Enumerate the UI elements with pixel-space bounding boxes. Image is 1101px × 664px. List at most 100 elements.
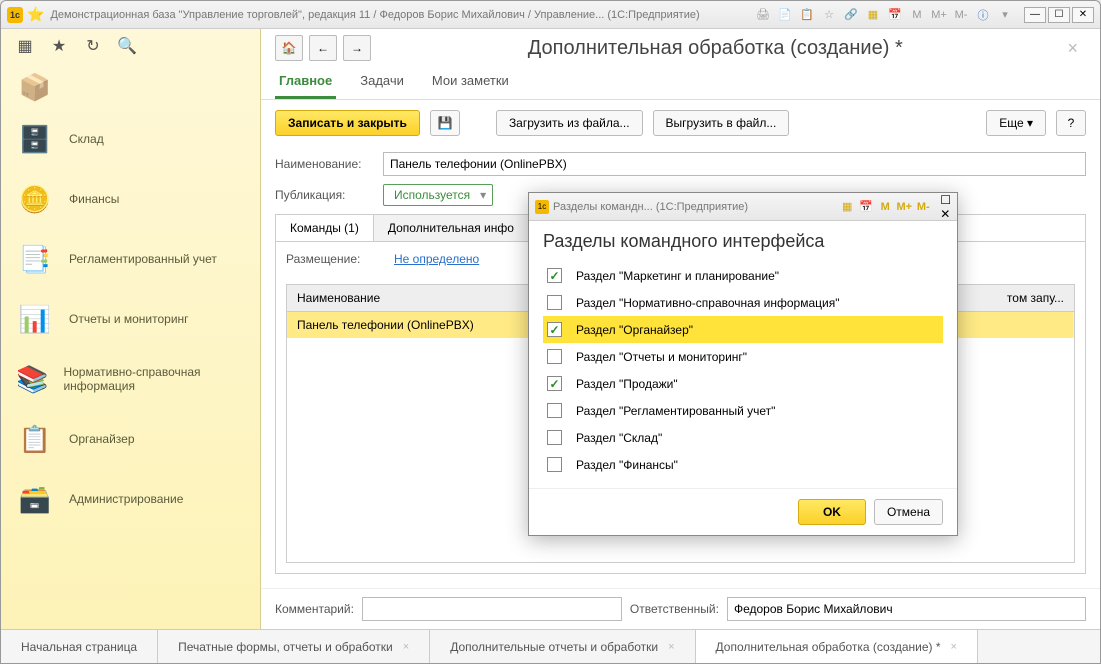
home-button[interactable]: 🏠 (275, 35, 303, 61)
ok-button[interactable]: OK (798, 499, 866, 525)
tb-calendar-icon[interactable]: 📅 (886, 6, 904, 24)
titlebar-toolbox: 🖨 📄 📋 ☆ 🔗 ▦ 📅 M M+ M- ⓘ ▾ (754, 6, 1014, 24)
action-bar: Записать и закрыть 💾 Загрузить из файла.… (261, 100, 1100, 146)
dlg-m-icon[interactable]: M (877, 201, 893, 213)
sidebar-item-organizer[interactable]: 📋 Органайзер (1, 409, 260, 469)
tab-main[interactable]: Главное (275, 67, 336, 99)
back-button[interactable]: ← (309, 35, 337, 61)
reports-icon: 📊 (15, 301, 55, 337)
tab-close-icon[interactable]: × (403, 641, 409, 653)
tb-link-icon[interactable]: 🔗 (842, 6, 860, 24)
page-title: Дополнительная обработка (создание) * (377, 37, 1053, 60)
tab-tasks[interactable]: Задачи (356, 67, 408, 99)
dialog-titlebar: 1c Разделы командн... (1С:Предприятие) ▦… (529, 193, 957, 221)
regulated-icon: 📑 (15, 241, 55, 277)
bottom-tab-print-forms[interactable]: Печатные формы, отчеты и обработки× (158, 630, 430, 663)
sidebar-label: Склад (69, 132, 104, 146)
star-icon[interactable]: ★ (49, 36, 69, 56)
comment-field[interactable] (362, 597, 622, 621)
dialog-item[interactable]: ✓Раздел "Продажи" (543, 370, 943, 397)
sidebar-item-finance[interactable]: 🪙 Финансы (1, 169, 260, 229)
dlg-grid-icon[interactable]: ▦ (839, 200, 855, 213)
save-close-button[interactable]: Записать и закрыть (275, 110, 420, 136)
tab-close-icon[interactable]: × (951, 641, 957, 653)
dialog-item[interactable]: Раздел "Финансы" (543, 451, 943, 478)
checkbox[interactable] (547, 403, 562, 418)
dlg-mminus-icon[interactable]: M- (915, 201, 931, 213)
inner-tab-commands[interactable]: Команды (1) (276, 215, 374, 241)
window-title: Демонстрационная база "Управление торгов… (50, 9, 699, 21)
apps-icon[interactable]: ▦ (15, 36, 35, 56)
checkbox[interactable] (547, 430, 562, 445)
export-file-button[interactable]: Выгрузить в файл... (653, 110, 790, 136)
minimize-button[interactable]: — (1024, 7, 1046, 23)
sidebar-item-regulated[interactable]: 📑 Регламентированный учет (1, 229, 260, 289)
favorite-star-icon[interactable]: ⭐ (27, 6, 44, 23)
dialog-item[interactable]: Раздел "Отчеты и мониторинг" (543, 343, 943, 370)
tb-copy-icon[interactable]: 📋 (798, 6, 816, 24)
page-tabs: Главное Задачи Мои заметки (261, 67, 1100, 100)
tb-mminus-icon[interactable]: M- (952, 6, 970, 24)
tb-dropdown-icon[interactable]: ▾ (996, 6, 1014, 24)
tb-print-icon[interactable]: 🖨 (754, 6, 772, 24)
dlg-close-button[interactable]: ✕ (940, 207, 951, 221)
tb-mplus-icon[interactable]: M+ (930, 6, 948, 24)
sections-dialog: 1c Разделы командн... (1С:Предприятие) ▦… (528, 192, 958, 536)
sidebar-item-cut[interactable]: 📦 (1, 69, 260, 109)
checkbox[interactable]: ✓ (547, 322, 562, 337)
search-icon[interactable]: 🔍 (117, 36, 137, 56)
reference-icon: 📚 (15, 361, 49, 397)
sidebar-list: 📦 🗄️ Склад 🪙 Финансы 📑 Регламентированны… (1, 63, 260, 629)
sidebar-item-reference[interactable]: 📚 Нормативно-справочная информация (1, 349, 260, 409)
dlg-maximize-button[interactable]: ☐ (940, 193, 951, 207)
sidebar-label: Регламентированный учет (69, 252, 217, 266)
bottom-tab-start[interactable]: Начальная страница (1, 630, 158, 663)
sidebar-item-admin[interactable]: 🗃️ Администрирование (1, 469, 260, 529)
save-button[interactable]: 💾 (430, 110, 460, 136)
tb-doc-icon[interactable]: 📄 (776, 6, 794, 24)
close-button[interactable]: ✕ (1072, 7, 1094, 23)
checkbox[interactable] (547, 457, 562, 472)
tab-close-icon[interactable]: × (668, 641, 674, 653)
bottom-tab-addl-reports[interactable]: Дополнительные отчеты и обработки× (430, 630, 695, 663)
responsible-field[interactable] (727, 597, 1086, 621)
inner-tab-info[interactable]: Дополнительная инфо (374, 215, 529, 241)
name-field[interactable] (383, 152, 1086, 176)
sidebar-item-reports[interactable]: 📊 Отчеты и мониторинг (1, 289, 260, 349)
dialog-item[interactable]: Раздел "Регламентированный учет" (543, 397, 943, 424)
tb-info-icon[interactable]: ⓘ (974, 6, 992, 24)
sidebar-item-warehouse[interactable]: 🗄️ Склад (1, 109, 260, 169)
load-file-button[interactable]: Загрузить из файла... (496, 110, 643, 136)
grid-cell-name: Панель телефонии (OnlinePBX) (287, 312, 547, 338)
organizer-icon: 📋 (15, 421, 55, 457)
bottom-tab-addl-processing[interactable]: Дополнительная обработка (создание) *× (696, 630, 978, 663)
tab-notes[interactable]: Мои заметки (428, 67, 513, 99)
dlg-mplus-icon[interactable]: M+ (896, 201, 912, 213)
dialog-item[interactable]: ✓ Раздел "Органайзер" (543, 316, 943, 343)
cancel-button[interactable]: Отмена (874, 499, 943, 525)
placement-link[interactable]: Не определено (394, 252, 479, 266)
close-page-button[interactable]: × (1059, 38, 1086, 59)
more-button[interactable]: Еще ▾ (986, 110, 1046, 136)
checkbox[interactable] (547, 349, 562, 364)
checkbox[interactable]: ✓ (547, 376, 562, 391)
finance-icon: 🪙 (15, 181, 55, 217)
tb-m-icon[interactable]: M (908, 6, 926, 24)
tb-calc-icon[interactable]: ▦ (864, 6, 882, 24)
history-icon[interactable]: ↻ (83, 36, 103, 56)
help-button[interactable]: ? (1056, 110, 1086, 136)
dialog-item[interactable]: Раздел "Склад" (543, 424, 943, 451)
tb-star-icon[interactable]: ☆ (820, 6, 838, 24)
checkbox[interactable]: ✓ (547, 268, 562, 283)
dialog-item[interactable]: Раздел "Нормативно-справочная информация… (543, 289, 943, 316)
app-icon: 1c (7, 7, 23, 23)
dialog-item-label: Раздел "Маркетинг и планирование" (576, 269, 779, 283)
forward-button[interactable]: → (343, 35, 371, 61)
window-buttons: — ☐ ✕ (1024, 7, 1094, 23)
dialog-item[interactable]: ✓ Раздел "Маркетинг и планирование" (543, 262, 943, 289)
maximize-button[interactable]: ☐ (1048, 7, 1070, 23)
publication-select[interactable]: Используется (383, 184, 493, 206)
checkbox[interactable] (547, 295, 562, 310)
dialog-item-label: Раздел "Органайзер" (576, 323, 693, 337)
dlg-cal-icon[interactable]: 📅 (858, 200, 874, 213)
